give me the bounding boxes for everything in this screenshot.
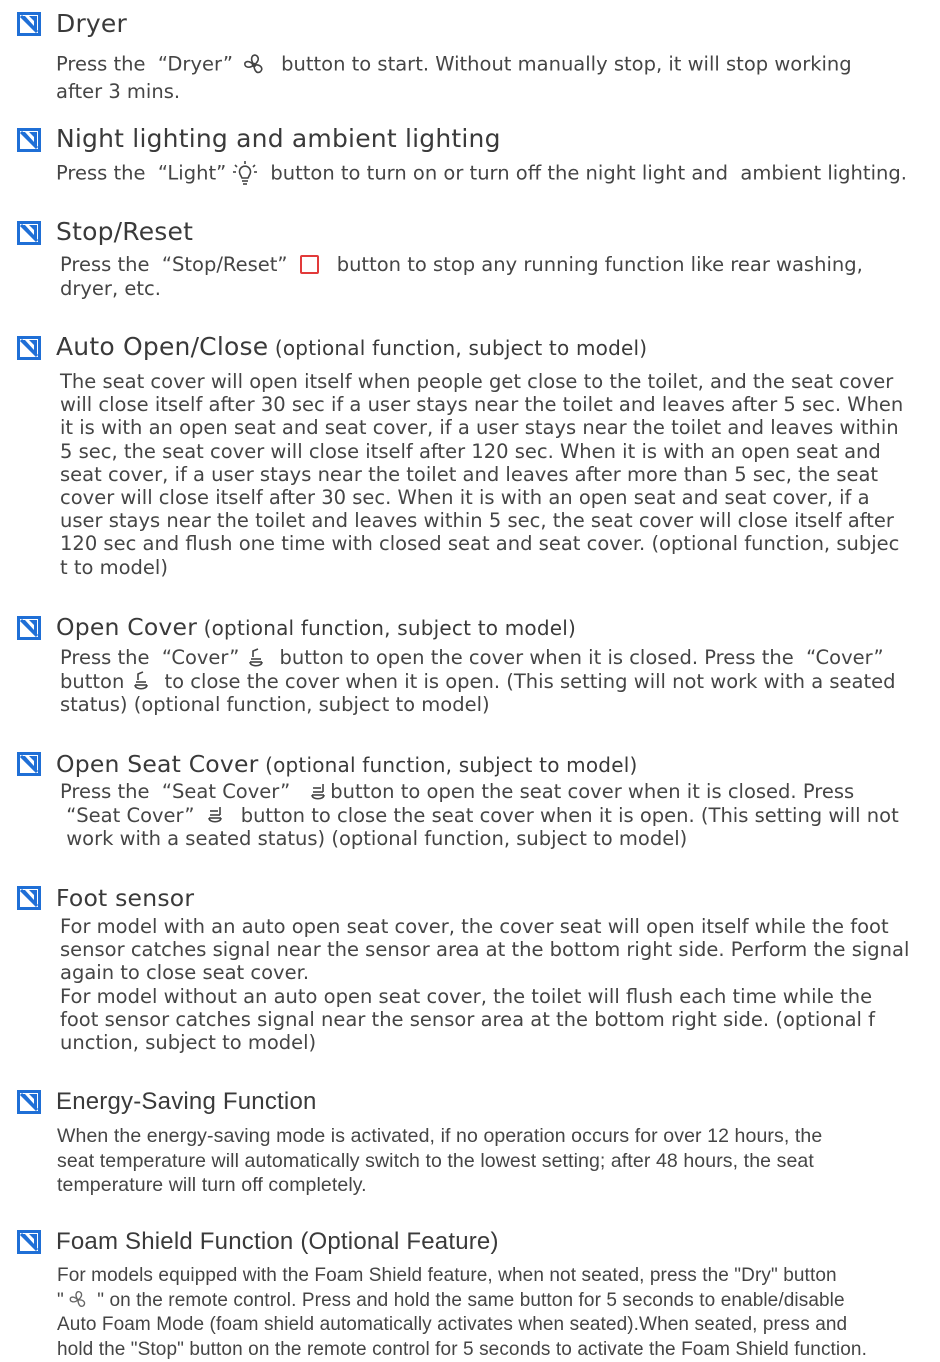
- section-title: Stop/Reset: [56, 217, 194, 246]
- section-title: Foam Shield Function (Optional Feature): [56, 1228, 499, 1255]
- section-subtitle: (optional function, subject to model): [197, 616, 577, 640]
- section-marker-icon: [17, 221, 41, 245]
- section-text: Press the “Seat Cover” button to open the…: [60, 780, 899, 850]
- section-text: The seat cover will open itself when peo…: [60, 370, 904, 579]
- section-marker-icon: [17, 12, 41, 36]
- section-title: Dryer: [56, 9, 127, 38]
- section-text: Press the “Stop/Reset” button to stop an…: [60, 253, 863, 300]
- section-subtitle: (optional function, subject to model): [268, 336, 648, 360]
- section-title: Open Cover (optional function, subject t…: [56, 613, 577, 641]
- light-bulb-icon: [232, 160, 258, 188]
- section-marker-icon: [17, 616, 41, 640]
- stop-square-icon: [299, 254, 319, 274]
- cover-icon: [245, 647, 267, 670]
- section-marker-icon: [17, 1090, 41, 1114]
- section-marker-icon: [17, 752, 41, 776]
- section-text: Press the “Light” button to turn on or t…: [56, 160, 907, 188]
- section-text: Press the “Cover” button to open the cov…: [60, 646, 896, 716]
- fan-icon: [65, 1289, 91, 1311]
- section-text: When the energy-saving mode is activated…: [57, 1125, 823, 1196]
- section-title: Energy-Saving Function: [56, 1088, 317, 1115]
- section-text: For models equipped with the Foam Shield…: [57, 1265, 867, 1360]
- section-title: Night lighting and ambient lighting: [56, 124, 501, 153]
- section-marker-icon: [17, 128, 41, 152]
- section-text: For model with an auto open seat cover, …: [60, 915, 910, 1055]
- seat-cover-icon: [308, 782, 330, 804]
- section-marker-icon: [17, 336, 41, 360]
- seat-cover-icon: [205, 805, 227, 827]
- fan-icon: [239, 50, 269, 80]
- section-marker-icon: [17, 886, 41, 910]
- section-subtitle: (optional function, subject to model): [258, 753, 638, 777]
- cover-icon: [130, 671, 152, 693]
- section-text: Press the “Dryer” button to start. Witho…: [56, 50, 852, 104]
- section-title: Foot sensor: [56, 884, 195, 912]
- section-marker-icon: [17, 1230, 41, 1254]
- section-title: Open Seat Cover (optional function, subj…: [56, 750, 638, 778]
- section-title: Auto Open/Close (optional function, subj…: [56, 332, 648, 361]
